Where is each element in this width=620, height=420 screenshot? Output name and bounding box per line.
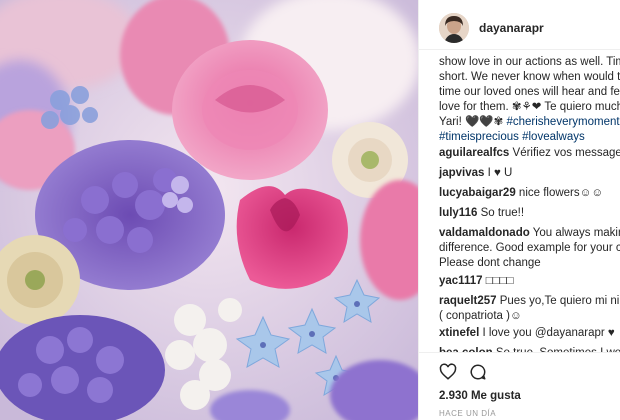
flowers-image (0, 0, 418, 420)
caption-line: short. We never know when would the (439, 71, 620, 83)
post-sidebar: dayanarapr show love in our actions as w… (418, 0, 620, 420)
post-caption: show love in our actions as well. Time s… (439, 55, 620, 145)
hashtag-link[interactable]: #lovealways (522, 131, 585, 143)
caption-line-hashtags: #timeisprecious #lovealways (439, 130, 620, 145)
avatar[interactable] (439, 13, 469, 43)
comment-text: Pues yo,Te quiero mi niña (499, 295, 620, 307)
comment: japvivas I ♥ U (439, 166, 512, 181)
comment: aguilarealfcs Vérifiez vos messages☺ (439, 146, 620, 161)
caption-line: time our loved ones will hear and fee (439, 86, 620, 98)
comment-text: I love you @dayanarapr ♥ (482, 327, 615, 339)
comment-username[interactable]: raquelt257 (439, 295, 497, 307)
like-count[interactable]: 2.930 Me gusta (439, 390, 521, 402)
caption-line: love for them. ✾⚘❤ Te quiero much (439, 101, 620, 113)
comment-username[interactable]: valdamaldonado (439, 227, 530, 239)
comment-text: I ♥ U (487, 167, 513, 179)
comment-username[interactable]: aguilarealfcs (439, 147, 509, 159)
comment-username[interactable]: yac1117 (439, 275, 483, 287)
post-timestamp: HACE UN DÍA (439, 409, 497, 418)
comment: xtinefel I love you @dayanarapr ♥ (439, 326, 615, 341)
comment-username[interactable]: xtinefel (439, 327, 479, 339)
comment-text: □□□□ (485, 275, 514, 287)
comment-text: You always making (532, 227, 620, 239)
comment-continuation: difference. Good example for your ch (439, 242, 620, 254)
instagram-post: dayanarapr show love in our actions as w… (0, 0, 620, 420)
comment: valdamaldonado You always making (439, 226, 620, 241)
comment-username[interactable]: luly116 (439, 207, 477, 219)
caption-line: show love in our actions as well. Time (439, 56, 620, 68)
comment: raquelt257 Pues yo,Te quiero mi niña (439, 294, 620, 309)
comment-continuation: ( conpatriota )☺ (439, 310, 522, 322)
comment-username[interactable]: lucyabaigar29 (439, 187, 516, 199)
post-photo[interactable] (0, 0, 418, 420)
comment: luly116 So true!! (439, 206, 524, 221)
heart-icon[interactable] (439, 363, 457, 381)
hashtag-link[interactable]: #timeisprecious (439, 131, 519, 143)
comment-text: So true!! (480, 207, 525, 219)
comment: yac1117 □□□□ (439, 274, 514, 289)
comment-continuation: Please dont change (439, 257, 541, 269)
post-actions: 2.930 Me gusta HACE UN DÍA (419, 352, 620, 420)
comment-text: Vérifiez vos messages☺ (512, 147, 620, 159)
username-link[interactable]: dayanarapr (479, 21, 544, 35)
post-header: dayanarapr (419, 0, 620, 50)
caption-line-with-hashtag: Yari! 🖤🖤✾ #cherisheverymoment (439, 116, 620, 128)
comment: lucyabaigar29 nice flowers☺☺ (439, 186, 603, 201)
comment-username[interactable]: japvivas (439, 167, 484, 179)
comment-text: nice flowers☺☺ (518, 187, 604, 199)
hashtag-link[interactable]: #cherisheverymoment (506, 116, 619, 128)
avatar-image (439, 13, 469, 43)
comment-icon[interactable] (469, 363, 487, 381)
